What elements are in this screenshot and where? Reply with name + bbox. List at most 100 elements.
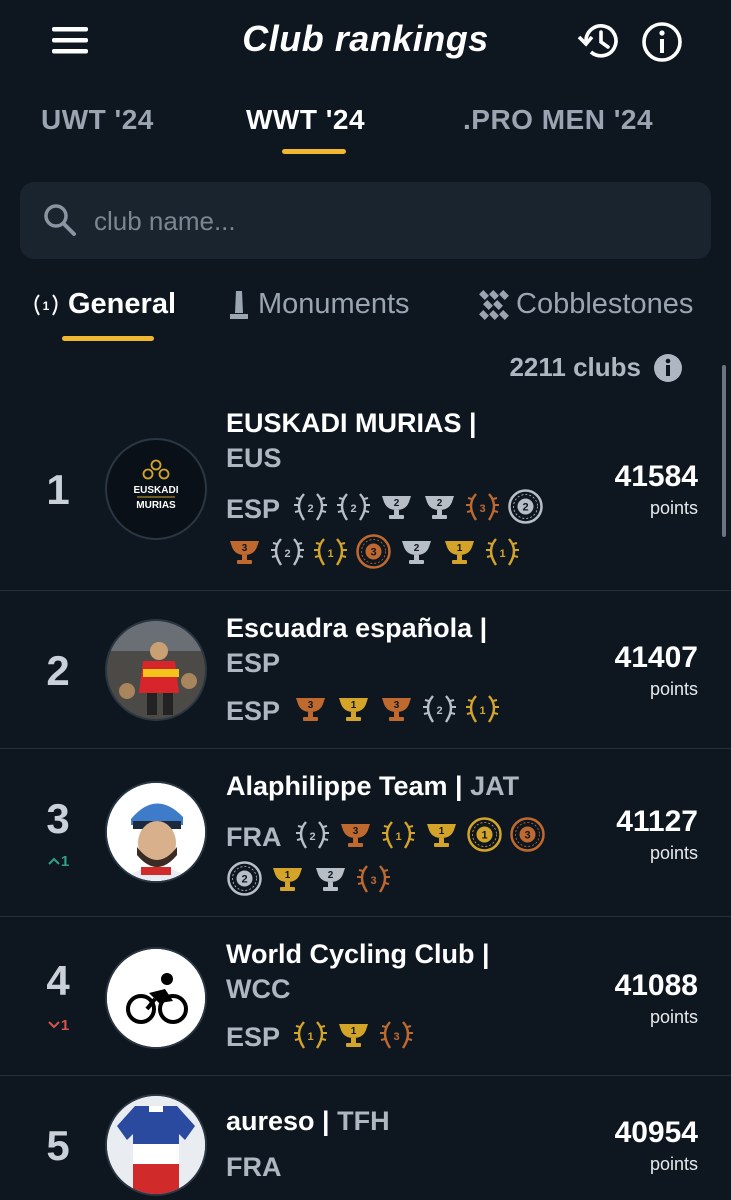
- subtab-monuments-label: Monuments: [258, 288, 410, 320]
- club-points: 40954 points: [615, 1116, 698, 1175]
- cobblestone-icon: [479, 289, 509, 320]
- trophy-icon: 1: [335, 1020, 372, 1055]
- trophy-icon: 1: [335, 694, 372, 729]
- subtab-cobblestones[interactable]: Cobblestones: [478, 288, 693, 321]
- search-box[interactable]: [20, 182, 711, 259]
- ranking-row[interactable]: 4 1 World Cycling Club | WCC ESP 1 1 3 410…: [0, 917, 731, 1076]
- points-label: points: [649, 1154, 698, 1174]
- laurel-icon: 1: [312, 536, 349, 573]
- club-points: 41127 points: [616, 805, 698, 864]
- club-country: FRA: [226, 821, 282, 852]
- laurel-icon: 1: [34, 293, 58, 316]
- club-code: EUS: [226, 443, 282, 473]
- subtab-general-label: General: [68, 288, 176, 320]
- rank-number: 4: [46, 957, 70, 1004]
- club-avatar: [105, 947, 207, 1049]
- club-code: JAT: [470, 771, 520, 801]
- jersey-image: [107, 1096, 205, 1194]
- svg-text:3: 3: [308, 700, 314, 711]
- search-input[interactable]: [92, 200, 696, 242]
- laurel-icon: 2: [335, 491, 372, 528]
- laurel-icon: 3: [355, 863, 392, 900]
- monument-icon: [230, 290, 248, 319]
- trophy-icon: 1: [269, 864, 306, 899]
- svg-text:2: 2: [394, 498, 400, 509]
- svg-text:2: 2: [436, 705, 442, 717]
- cyclist-logo: [107, 949, 205, 1047]
- club-points: 41407 points: [615, 641, 698, 700]
- svg-text:3: 3: [370, 547, 376, 559]
- laurel-icon: 1: [484, 536, 521, 573]
- subtab-monuments[interactable]: Monuments: [226, 288, 410, 321]
- trophy-icon: 3: [378, 694, 415, 729]
- trophy-icon: 3: [292, 694, 329, 729]
- trophy-row: ESP 1 1 3: [226, 1019, 415, 1056]
- club-country: ESP: [226, 1022, 281, 1052]
- svg-text:1: 1: [327, 548, 333, 560]
- tab-wwt[interactable]: WWT '24: [246, 104, 365, 136]
- club-country: ESP: [226, 493, 281, 524]
- club-name[interactable]: World Cycling Club | WCC: [226, 937, 576, 1007]
- svg-text:2: 2: [284, 548, 290, 560]
- wheel-icon: 2: [226, 860, 263, 902]
- svg-text:2: 2: [522, 502, 528, 514]
- trophy-row: ESP 2 2 2 2 3 2: [226, 488, 544, 530]
- svg-text:1: 1: [307, 1031, 313, 1043]
- svg-text:2: 2: [414, 543, 420, 554]
- laurel-icon: 1: [464, 693, 501, 730]
- laurel-icon: 3: [464, 491, 501, 528]
- tab-uwt[interactable]: UWT '24: [41, 104, 154, 136]
- laurel-icon: 1: [292, 1019, 329, 1056]
- info-icon[interactable]: [653, 353, 683, 383]
- svg-text:2: 2: [350, 503, 356, 515]
- club-avatar: [105, 1094, 207, 1196]
- trophy-icon: 2: [421, 492, 458, 527]
- svg-text:1: 1: [285, 870, 291, 881]
- club-country: ESP: [226, 696, 281, 726]
- club-name-text: Escuadra española |: [226, 613, 488, 643]
- trophy-icon: 3: [337, 820, 374, 855]
- ranking-row[interactable]: 1 EUSKADI MURIAS EUSKADI MURIAS | EUS ES…: [0, 400, 731, 591]
- svg-text:3: 3: [352, 826, 358, 837]
- club-name[interactable]: Alaphilippe Team | JAT: [226, 769, 586, 804]
- club-name[interactable]: EUSKADI MURIAS | EUS: [226, 406, 576, 476]
- svg-text:1: 1: [43, 299, 50, 313]
- club-code: ESP: [226, 648, 281, 678]
- rank-number: 1: [46, 466, 70, 513]
- svg-text:3: 3: [242, 543, 248, 554]
- ranking-row[interactable]: 2 Escuadra española | ESP ESP 3 1 3 2 1 4140…: [0, 591, 731, 749]
- club-count: 2211 clubs: [509, 352, 683, 383]
- svg-text:1: 1: [499, 548, 505, 560]
- points-value: 41088: [614, 969, 698, 1002]
- tab-pro-men[interactable]: .PRO MEN '24: [463, 104, 653, 136]
- club-name-text: Alaphilippe Team |: [226, 771, 463, 801]
- trophy-list: 2 3 1 1 1 3: [294, 816, 546, 858]
- history-button[interactable]: [576, 18, 624, 64]
- trophy-icon: 1: [423, 820, 460, 855]
- club-avatar: [105, 619, 207, 721]
- trophy-icon: 2: [312, 864, 349, 899]
- wheel-icon: 2: [507, 488, 544, 530]
- club-country-wrap: FRA: [226, 1152, 282, 1183]
- svg-text:3: 3: [394, 700, 400, 711]
- club-code: TFH: [337, 1106, 390, 1136]
- club-name-text: aureso |: [226, 1106, 330, 1136]
- club-count-label: 2211 clubs: [509, 352, 641, 382]
- trophy-list: 3 2 1 3 2 1 1: [226, 533, 521, 575]
- club-name[interactable]: Escuadra española | ESP: [226, 611, 576, 681]
- ranking-row[interactable]: 5 aureso | TFH FRA 40954 points: [0, 1076, 731, 1200]
- rank-number: 2: [46, 647, 70, 694]
- points-label: points: [649, 1007, 698, 1027]
- svg-text:2: 2: [307, 503, 313, 515]
- ranking-row[interactable]: 3 1 Alaphilippe Team | JAT FRA 2 3 1 1 1 3 2 1…: [0, 749, 731, 917]
- club-name[interactable]: aureso | TFH: [226, 1104, 576, 1139]
- arrow-up-icon: [48, 857, 60, 865]
- subtab-general[interactable]: 1 General: [30, 288, 176, 321]
- info-button[interactable]: [640, 20, 684, 64]
- rider-photo: [107, 783, 205, 881]
- active-tab-indicator: [282, 149, 346, 154]
- rider-photo: [107, 621, 205, 719]
- svg-text:1: 1: [351, 1026, 357, 1037]
- rank-change-down: 1: [28, 1017, 88, 1034]
- rank-change-up: 1: [28, 853, 88, 870]
